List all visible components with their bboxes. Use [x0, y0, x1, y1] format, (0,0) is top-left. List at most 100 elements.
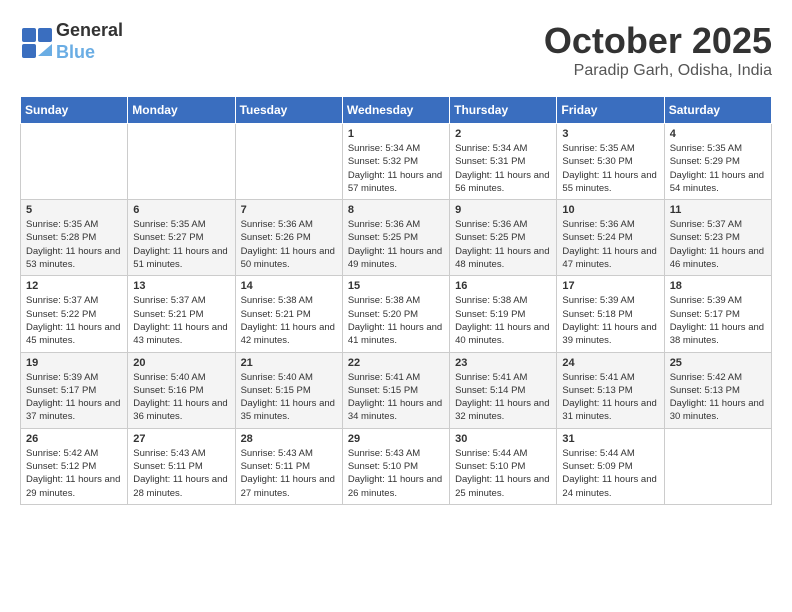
- day-content: Sunrise: 5:35 AM Sunset: 5:27 PM Dayligh…: [133, 218, 229, 271]
- day-content: Sunrise: 5:41 AM Sunset: 5:15 PM Dayligh…: [348, 371, 444, 424]
- day-number: 20: [133, 357, 229, 369]
- week-row-2: 5 Sunrise: 5:35 AM Sunset: 5:28 PM Daylig…: [21, 200, 772, 276]
- calendar-cell: 5 Sunrise: 5:35 AM Sunset: 5:28 PM Daylig…: [21, 200, 128, 276]
- day-number: 5: [26, 204, 122, 216]
- day-content: Sunrise: 5:43 AM Sunset: 5:10 PM Dayligh…: [348, 447, 444, 500]
- logo-text: General Blue: [56, 20, 123, 63]
- day-content: Sunrise: 5:35 AM Sunset: 5:30 PM Dayligh…: [562, 142, 658, 195]
- week-row-4: 19Sunrise: 5:39 AM Sunset: 5:17 PM Dayli…: [21, 352, 772, 428]
- calendar-cell: 21 Sunrise: 5:40 AM Sunset: 5:15 PM Dayli…: [235, 352, 342, 428]
- calendar-cell: [664, 428, 771, 504]
- calendar-cell: 30Sunrise: 5:44 AM Sunset: 5:10 PM Dayli…: [450, 428, 557, 504]
- day-content: Sunrise: 5:36 AM Sunset: 5:25 PM Dayligh…: [348, 218, 444, 271]
- week-row-3: 12Sunrise: 5:37 AM Sunset: 5:22 PM Dayli…: [21, 276, 772, 352]
- day-content: Sunrise: 5:36 AM Sunset: 5:25 PM Dayligh…: [455, 218, 551, 271]
- header-row: SundayMondayTuesdayWednesdayThursdayFrid…: [21, 97, 772, 124]
- calendar-cell: 6Sunrise: 5:35 AM Sunset: 5:27 PM Daylig…: [128, 200, 235, 276]
- day-number: 17: [562, 280, 658, 292]
- day-content: Sunrise: 5:40 AM Sunset: 5:15 PM Dayligh…: [241, 371, 337, 424]
- day-number: 7: [241, 204, 337, 216]
- week-row-1: 1 Sunrise: 5:34 AM Sunset: 5:32 PM Daylig…: [21, 124, 772, 200]
- header-day-wednesday: Wednesday: [342, 97, 449, 124]
- calendar-cell: [21, 124, 128, 200]
- location: Paradip Garh, Odisha, India: [544, 62, 772, 80]
- header-day-saturday: Saturday: [664, 97, 771, 124]
- calendar-cell: 3 Sunrise: 5:35 AM Sunset: 5:30 PM Daylig…: [557, 124, 664, 200]
- day-content: Sunrise: 5:42 AM Sunset: 5:12 PM Dayligh…: [26, 447, 122, 500]
- day-number: 18: [670, 280, 766, 292]
- calendar-table: SundayMondayTuesdayWednesdayThursdayFrid…: [20, 96, 772, 505]
- day-content: Sunrise: 5:40 AM Sunset: 5:16 PM Dayligh…: [133, 371, 229, 424]
- header-day-sunday: Sunday: [21, 97, 128, 124]
- day-content: Sunrise: 5:37 AM Sunset: 5:23 PM Dayligh…: [670, 218, 766, 271]
- day-number: 24: [562, 357, 658, 369]
- calendar-cell: 29 Sunrise: 5:43 AM Sunset: 5:10 PM Dayli…: [342, 428, 449, 504]
- calendar-cell: 20 Sunrise: 5:40 AM Sunset: 5:16 PM Dayli…: [128, 352, 235, 428]
- calendar-cell: 18 Sunrise: 5:39 AM Sunset: 5:17 PM Dayli…: [664, 276, 771, 352]
- day-content: Sunrise: 5:36 AM Sunset: 5:24 PM Dayligh…: [562, 218, 658, 271]
- calendar-cell: 15 Sunrise: 5:38 AM Sunset: 5:20 PM Dayli…: [342, 276, 449, 352]
- day-content: Sunrise: 5:36 AM Sunset: 5:26 PM Dayligh…: [241, 218, 337, 271]
- day-number: 2: [455, 128, 551, 140]
- calendar-cell: 7 Sunrise: 5:36 AM Sunset: 5:26 PM Daylig…: [235, 200, 342, 276]
- calendar-cell: 14 Sunrise: 5:38 AM Sunset: 5:21 PM Dayli…: [235, 276, 342, 352]
- calendar-cell: 12Sunrise: 5:37 AM Sunset: 5:22 PM Dayli…: [21, 276, 128, 352]
- calendar-cell: 31Sunrise: 5:44 AM Sunset: 5:09 PM Dayli…: [557, 428, 664, 504]
- day-number: 29: [348, 433, 444, 445]
- day-number: 14: [241, 280, 337, 292]
- day-number: 26: [26, 433, 122, 445]
- day-number: 23: [455, 357, 551, 369]
- calendar-cell: 26 Sunrise: 5:42 AM Sunset: 5:12 PM Dayli…: [21, 428, 128, 504]
- calendar-cell: 8 Sunrise: 5:36 AM Sunset: 5:25 PM Daylig…: [342, 200, 449, 276]
- day-number: 10: [562, 204, 658, 216]
- logo: General Blue: [20, 20, 123, 63]
- day-content: Sunrise: 5:38 AM Sunset: 5:20 PM Dayligh…: [348, 294, 444, 347]
- day-number: 25: [670, 357, 766, 369]
- day-number: 4: [670, 128, 766, 140]
- logo-icon: [20, 26, 52, 58]
- day-content: Sunrise: 5:43 AM Sunset: 5:11 PM Dayligh…: [133, 447, 229, 500]
- logo-line1: General: [56, 20, 123, 42]
- calendar-cell: 22 Sunrise: 5:41 AM Sunset: 5:15 PM Dayli…: [342, 352, 449, 428]
- calendar-cell: 17 Sunrise: 5:39 AM Sunset: 5:18 PM Dayli…: [557, 276, 664, 352]
- day-content: Sunrise: 5:34 AM Sunset: 5:32 PM Dayligh…: [348, 142, 444, 195]
- day-number: 22: [348, 357, 444, 369]
- day-number: 27: [133, 433, 229, 445]
- day-number: 16: [455, 280, 551, 292]
- header-day-friday: Friday: [557, 97, 664, 124]
- day-number: 11: [670, 204, 766, 216]
- day-number: 15: [348, 280, 444, 292]
- calendar-cell: 23 Sunrise: 5:41 AM Sunset: 5:14 PM Dayli…: [450, 352, 557, 428]
- day-number: 8: [348, 204, 444, 216]
- calendar-body: 1 Sunrise: 5:34 AM Sunset: 5:32 PM Daylig…: [21, 124, 772, 505]
- calendar-header: SundayMondayTuesdayWednesdayThursdayFrid…: [21, 97, 772, 124]
- day-number: 13: [133, 280, 229, 292]
- day-content: Sunrise: 5:41 AM Sunset: 5:13 PM Dayligh…: [562, 371, 658, 424]
- day-content: Sunrise: 5:42 AM Sunset: 5:13 PM Dayligh…: [670, 371, 766, 424]
- header-day-monday: Monday: [128, 97, 235, 124]
- day-number: 1: [348, 128, 444, 140]
- day-number: 21: [241, 357, 337, 369]
- calendar-cell: 24 Sunrise: 5:41 AM Sunset: 5:13 PM Dayli…: [557, 352, 664, 428]
- day-content: Sunrise: 5:37 AM Sunset: 5:22 PM Dayligh…: [26, 294, 122, 347]
- calendar-cell: [128, 124, 235, 200]
- calendar-cell: 25 Sunrise: 5:42 AM Sunset: 5:13 PM Dayli…: [664, 352, 771, 428]
- day-content: Sunrise: 5:35 AM Sunset: 5:28 PM Dayligh…: [26, 218, 122, 271]
- calendar-cell: 28Sunrise: 5:43 AM Sunset: 5:11 PM Dayli…: [235, 428, 342, 504]
- day-content: Sunrise: 5:39 AM Sunset: 5:18 PM Dayligh…: [562, 294, 658, 347]
- day-content: Sunrise: 5:44 AM Sunset: 5:10 PM Dayligh…: [455, 447, 551, 500]
- day-number: 31: [562, 433, 658, 445]
- day-content: Sunrise: 5:39 AM Sunset: 5:17 PM Dayligh…: [670, 294, 766, 347]
- day-content: Sunrise: 5:41 AM Sunset: 5:14 PM Dayligh…: [455, 371, 551, 424]
- title-block: October 2025 Paradip Garh, Odisha, India: [544, 20, 772, 80]
- calendar-cell: 1 Sunrise: 5:34 AM Sunset: 5:32 PM Daylig…: [342, 124, 449, 200]
- calendar-cell: 19Sunrise: 5:39 AM Sunset: 5:17 PM Dayli…: [21, 352, 128, 428]
- day-content: Sunrise: 5:39 AM Sunset: 5:17 PM Dayligh…: [26, 371, 122, 424]
- header-day-thursday: Thursday: [450, 97, 557, 124]
- calendar-cell: 2Sunrise: 5:34 AM Sunset: 5:31 PM Daylig…: [450, 124, 557, 200]
- calendar-cell: 4Sunrise: 5:35 AM Sunset: 5:29 PM Daylig…: [664, 124, 771, 200]
- calendar-cell: 9Sunrise: 5:36 AM Sunset: 5:25 PM Daylig…: [450, 200, 557, 276]
- day-number: 3: [562, 128, 658, 140]
- day-content: Sunrise: 5:38 AM Sunset: 5:21 PM Dayligh…: [241, 294, 337, 347]
- calendar-cell: 27 Sunrise: 5:43 AM Sunset: 5:11 PM Dayli…: [128, 428, 235, 504]
